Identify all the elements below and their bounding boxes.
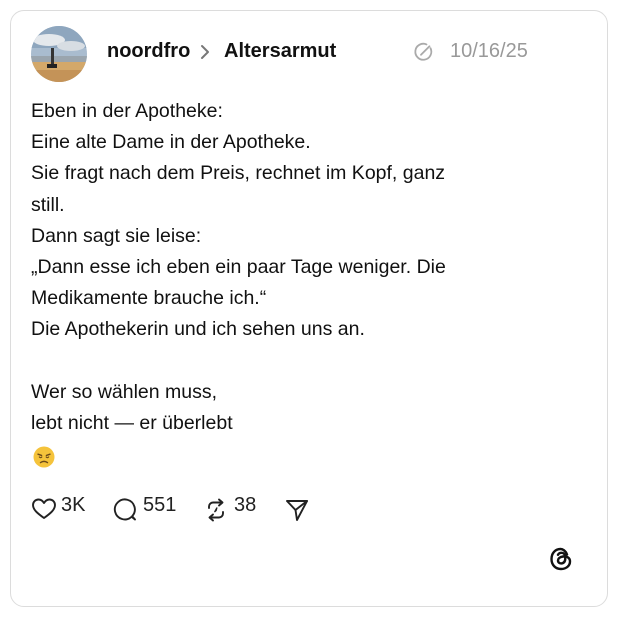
chevron-right-icon [201, 45, 209, 59]
post-timestamp: 10/16/25 [450, 40, 528, 62]
heart-icon[interactable] [31, 497, 57, 521]
like-count[interactable]: 3K [61, 494, 85, 517]
avatar[interactable] [31, 26, 87, 82]
comment-icon[interactable] [112, 497, 138, 523]
body-line: Dann sagt sie leise: [31, 224, 202, 247]
threads-logo-icon [550, 547, 572, 571]
edited-icon [414, 42, 433, 61]
body-line: „Dann esse ich eben ein paar Tage wenige… [31, 256, 446, 279]
body-line: Die Apothekerin und ich sehen uns an. [31, 318, 365, 341]
body-line: lebt nicht — er überlebt [31, 412, 233, 435]
send-icon[interactable] [284, 497, 310, 523]
repost-icon[interactable] [203, 497, 229, 523]
body-line: Sie fragt nach dem Preis, rechnet im Kop… [31, 162, 446, 185]
topic-tag[interactable]: Altersarmut [224, 40, 336, 63]
reply-count[interactable]: 551 [143, 494, 176, 517]
post-body: Eben in der Apotheke: Eine alte Dame in … [31, 96, 571, 439]
body-line [31, 346, 571, 377]
body-line: Eine alte Dame in der Apotheke. [31, 131, 311, 154]
body-line: Medikamente brauche ich.“ [31, 287, 267, 310]
body-line: Wer so wählen muss, [31, 380, 218, 403]
disappointed-face-icon [33, 446, 55, 468]
author-username[interactable]: noordfro [107, 40, 190, 63]
body-line: still. [31, 193, 65, 216]
repost-count[interactable]: 38 [234, 494, 256, 517]
body-line: Eben in der Apotheke: [31, 100, 223, 122]
